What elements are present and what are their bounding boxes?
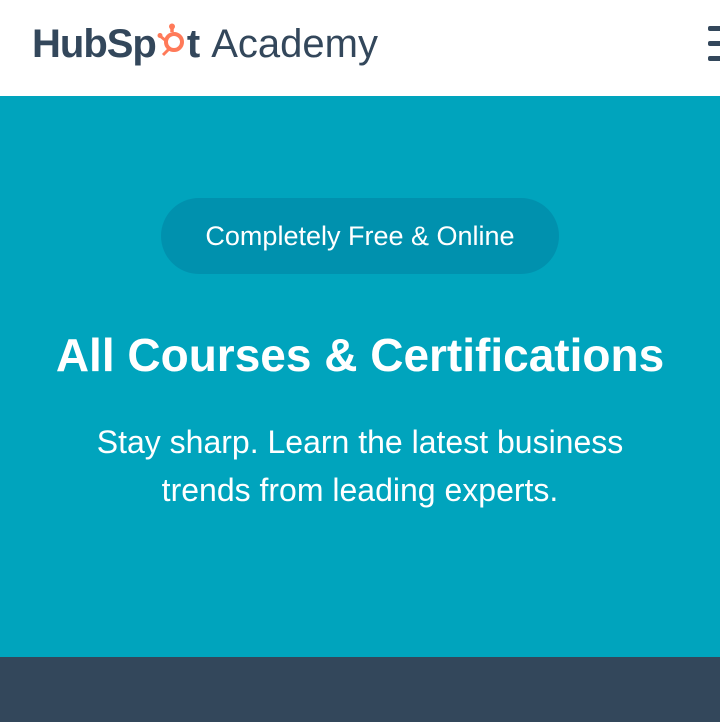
free-online-badge: Completely Free & Online: [161, 198, 559, 274]
dark-section-band: [0, 657, 720, 722]
hubspot-academy-logo[interactable]: HubSp t Academy: [32, 22, 378, 67]
page-title: All Courses & Certifications: [55, 329, 665, 381]
logo-hubspot-text: HubSp: [32, 22, 157, 66]
top-navbar: HubSp t Academy: [0, 0, 720, 96]
page: HubSp t Academy Completely Free & Online…: [0, 0, 720, 722]
menu-bar: [708, 56, 720, 61]
hero-section: Completely Free & Online All Courses & C…: [0, 96, 720, 657]
menu-bar: [708, 26, 720, 31]
menu-bar: [708, 41, 720, 46]
hero-subtitle: Stay sharp. Learn the latest business tr…: [96, 424, 624, 508]
logo-t-text: t: [186, 22, 200, 66]
logo-academy-text: Academy: [211, 22, 378, 66]
sprocket-icon: [157, 23, 184, 57]
hamburger-menu-icon[interactable]: [708, 26, 720, 64]
